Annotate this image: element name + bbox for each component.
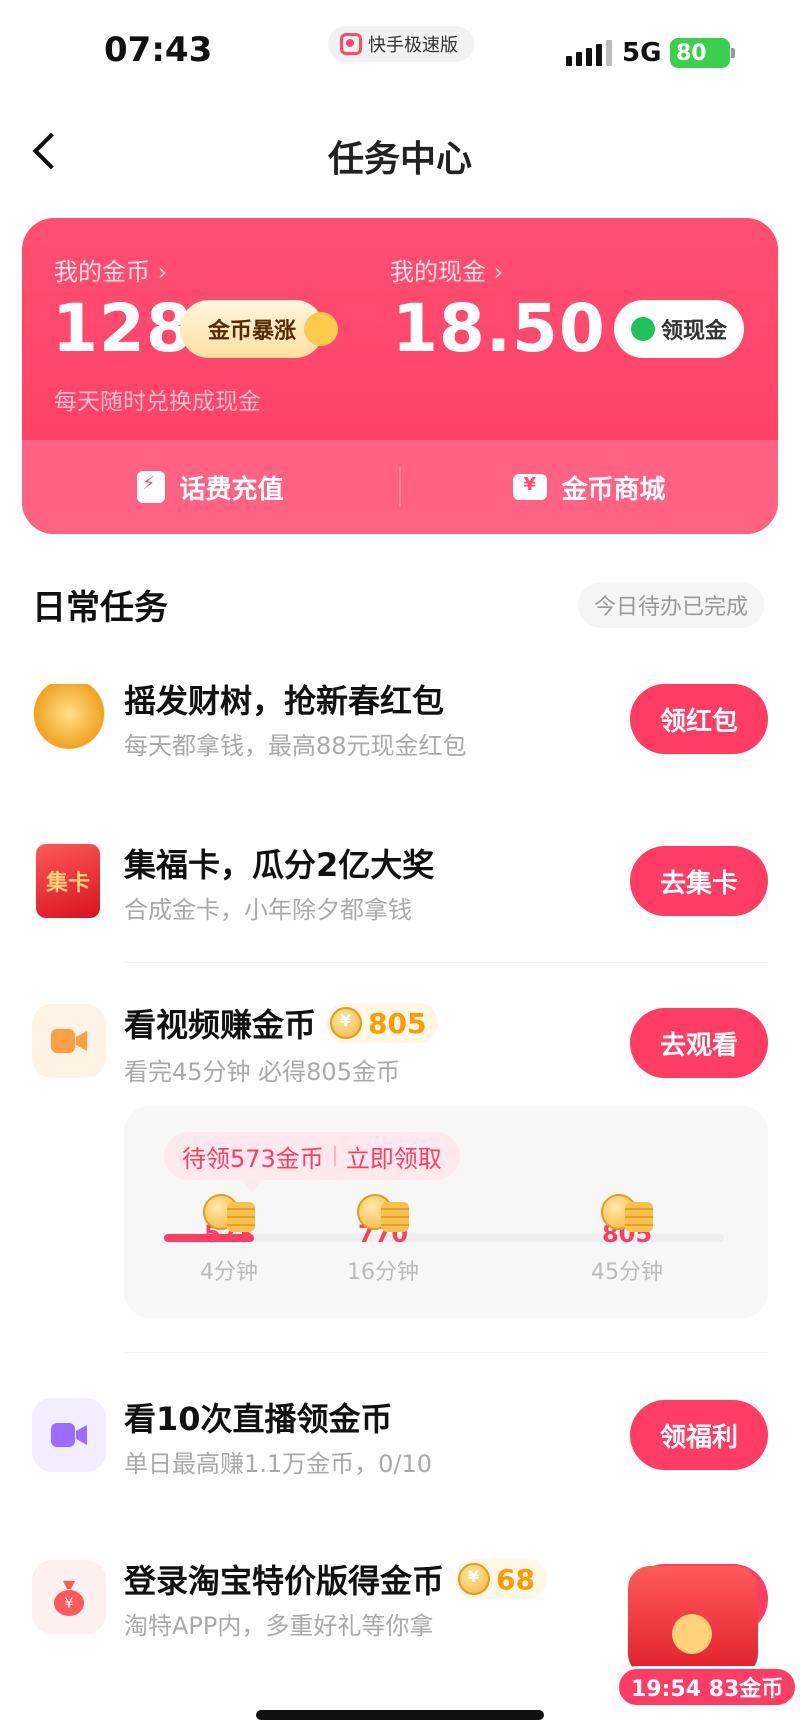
task-title: 登录淘宝特价版得金币 — [124, 1562, 445, 1600]
divider — [124, 1352, 768, 1353]
task-desc: 每天都拿钱，最高88元现金红包 — [124, 732, 467, 760]
kuaishou-icon — [340, 33, 362, 55]
milestone-time: 4分钟 — [200, 1260, 258, 1285]
svg-text:¥: ¥ — [65, 1596, 74, 1612]
task-title-row: 登录淘宝特价版得金币 68 — [124, 1556, 547, 1602]
bolt-icon — [137, 471, 166, 503]
divider — [124, 962, 768, 963]
my-cash-link[interactable]: 我的现金 › — [390, 252, 503, 287]
live-camera-icon — [32, 1398, 106, 1472]
ticket-icon — [513, 474, 548, 500]
app-name: 快手极速版 — [368, 35, 458, 56]
withdraw-cash-label: 领现金 — [660, 319, 727, 344]
battery-level: 80 — [676, 40, 707, 66]
coin-reward: 68 — [454, 1559, 547, 1599]
coin-stack-icon — [597, 1192, 657, 1236]
milestone: 770 16分钟 — [328, 1192, 438, 1286]
page-title: 任务中心 — [327, 139, 472, 180]
money-bag-icon: ¥ — [32, 1560, 106, 1634]
home-indicator[interactable] — [256, 1710, 544, 1720]
money-tree-icon — [32, 684, 106, 758]
my-coins-link[interactable]: 我的金币 › — [54, 252, 167, 287]
coin-stack-icon — [353, 1192, 413, 1236]
milestone-time: 45分钟 — [591, 1260, 663, 1285]
app-badge: 快手极速版 — [328, 26, 474, 62]
pending-coins-tip[interactable]: 待领573金币 立即领取 — [164, 1132, 460, 1192]
task-desc: 单日最高赚1.1万金币，0/10 — [124, 1450, 433, 1478]
get-benefit-button[interactable]: 领福利 — [630, 1400, 768, 1470]
milestone: 805 45分钟 — [572, 1192, 682, 1286]
coin-reward: 805 — [326, 1003, 439, 1043]
coin-stack-icon — [199, 1192, 259, 1236]
video-progress-panel: 待领573金币 立即领取 573 4分钟 770 16分钟 805 45分钟 — [124, 1106, 768, 1318]
phone-recharge-link[interactable]: 话费充值 — [22, 440, 399, 534]
claim-now-link[interactable]: 立即领取 — [346, 1139, 442, 1174]
milestone-time: 16分钟 — [347, 1260, 419, 1285]
phone-recharge-label: 话费充值 — [179, 474, 284, 505]
go-watch-button[interactable]: 去观看 — [630, 1008, 768, 1078]
coin-mall-label: 金币商城 — [561, 474, 666, 505]
task-title: 看10次直播领金币 — [124, 1400, 393, 1438]
task-title-row: 看视频赚金币 805 — [124, 1000, 439, 1046]
task-title: 摇发财树，抢新春红包 — [124, 682, 445, 720]
coins-value: 128 — [52, 290, 193, 367]
status-bar: 07:43 快手极速版 5G 80 — [0, 0, 800, 100]
up-arrow-icon — [304, 312, 338, 346]
task-desc: 看完45分钟 必得805金币 — [124, 1058, 400, 1086]
network-type: 5G — [622, 38, 662, 68]
daily-status-tag: 今日待办已完成 — [578, 582, 765, 628]
fu-card-icon: 集卡 — [36, 844, 100, 918]
coin-icon — [330, 1007, 363, 1039]
daily-tasks-title: 日常任务 — [32, 588, 168, 628]
floating-reward-box[interactable]: 19:54 83金币 — [616, 1566, 799, 1716]
coins-surge-label: 金币暴涨 — [207, 319, 296, 344]
task-desc: 淘特APP内，多重好礼等你拿 — [124, 1612, 434, 1640]
task-desc: 合成金卡，小年除夕都拿钱 — [124, 896, 412, 924]
claim-red-packet-button[interactable]: 领红包 — [630, 684, 768, 754]
milestone: 573 4分钟 — [174, 1192, 284, 1286]
status-time: 07:43 — [104, 30, 213, 70]
divider — [333, 1146, 336, 1166]
pending-coins-text: 待领573金币 — [182, 1144, 324, 1173]
coin-amount: 68 — [496, 1562, 535, 1596]
float-countdown: 19:54 83金币 — [616, 1666, 799, 1708]
wallet-subtitle: 每天随时兑换成现金 — [54, 389, 261, 415]
battery-icon: 80 — [670, 38, 735, 68]
coin-icon — [458, 1563, 491, 1595]
signal-icon — [566, 40, 612, 66]
task-title: 集福卡，瓜分2亿大奖 — [124, 846, 435, 884]
task-title: 看视频赚金币 — [124, 1006, 317, 1044]
withdraw-cash-button[interactable]: 领现金 — [614, 300, 744, 358]
wallet-links: 话费充值 金币商城 — [22, 440, 778, 534]
wechat-icon — [630, 317, 655, 341]
collect-cards-button[interactable]: 去集卡 — [630, 846, 768, 916]
cash-value: 18.50 — [392, 290, 606, 367]
wallet-card: 我的金币 › 128 金币暴涨 我的现金 › 18.50 领现金 每天随时兑换成… — [22, 218, 778, 534]
video-camera-icon — [32, 1004, 106, 1078]
coin-amount: 805 — [368, 1006, 427, 1040]
treasure-box-icon — [628, 1566, 758, 1676]
coin-mall-link[interactable]: 金币商城 — [401, 440, 778, 534]
coins-surge-button[interactable]: 金币暴涨 — [180, 300, 338, 358]
